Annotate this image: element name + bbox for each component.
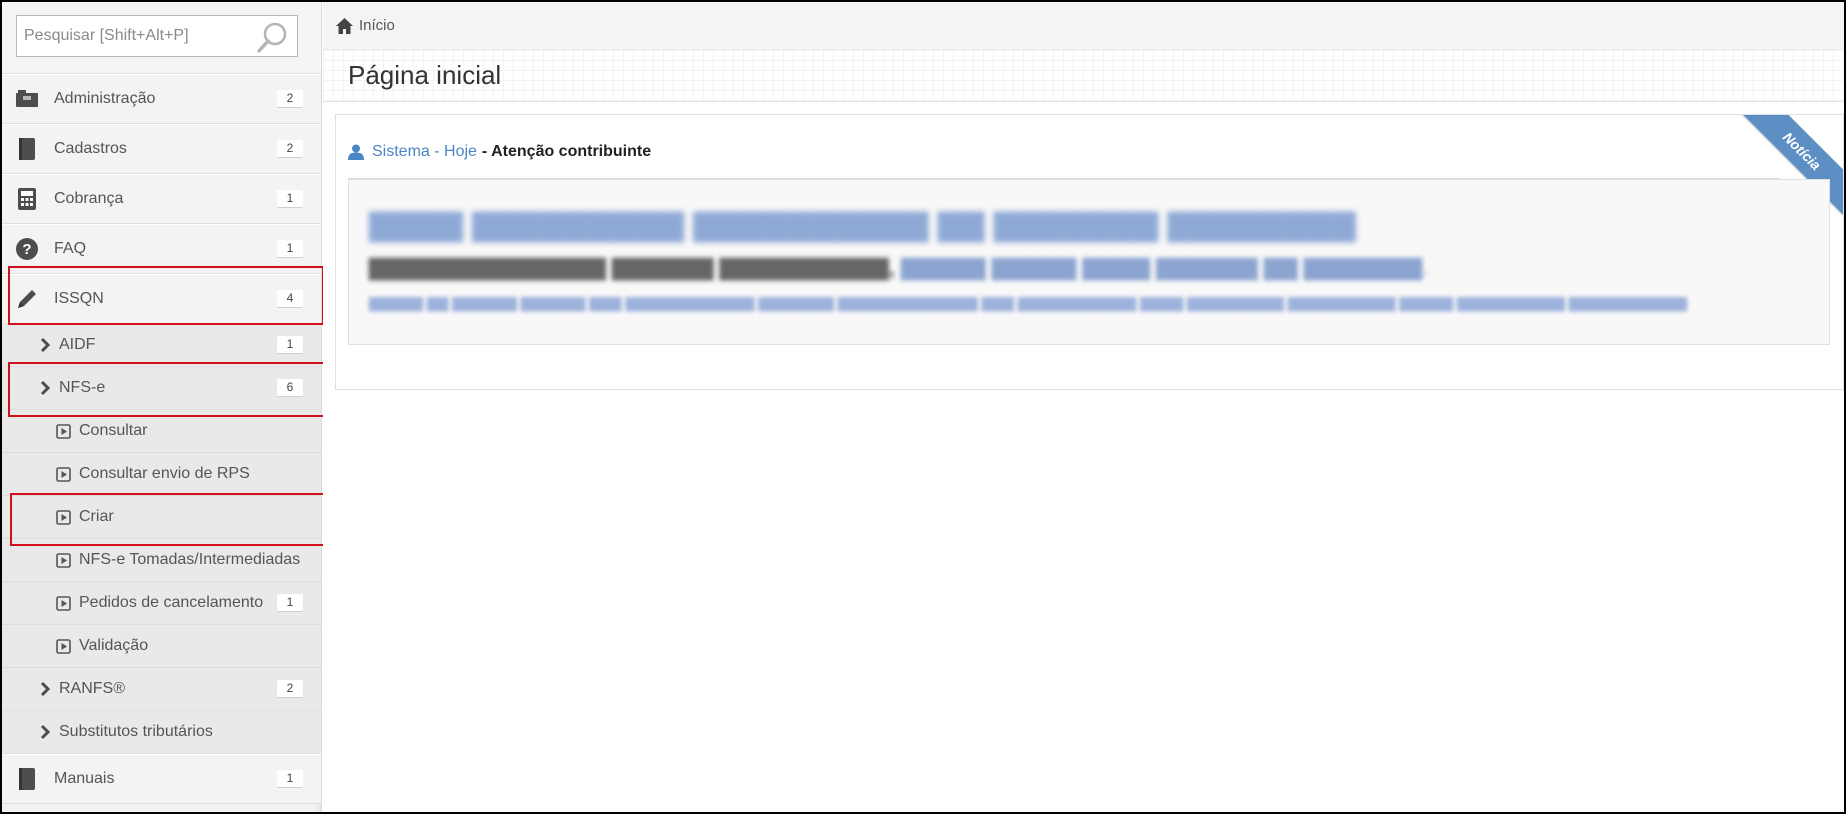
news-title: - Atenção contribuinte <box>482 143 651 161</box>
sidebar-subitem-nfse[interactable]: NFS-e 6 <box>2 367 321 410</box>
sidebar-subitem-label: AIDF <box>59 336 96 353</box>
sidebar-leaf-criar[interactable]: Criar <box>2 496 321 539</box>
sidebar-item-faq[interactable]: ? FAQ 1 <box>2 224 321 274</box>
count-badge: 2 <box>277 140 303 158</box>
play-square-icon <box>56 423 71 439</box>
sidebar-item-cadastros[interactable]: Cadastros 2 <box>2 124 321 174</box>
redacted-subline: ▇▇▇▇▇▇▇▇▇▇▇▇▇▇ ▇▇▇▇▇▇ ▇▇▇▇▇▇▇▇▇▇, ▇▇▇▇▇ … <box>369 255 1429 280</box>
count-badge: 2 <box>277 90 303 108</box>
news-header: Sistema - Hoje - Atenção contribuinte <box>348 133 1780 179</box>
news-title-text: Atenção contribuinte <box>491 142 652 160</box>
count-badge: 1 <box>277 240 303 258</box>
book-icon <box>15 137 39 161</box>
sidebar-leaf-consultar[interactable]: Consultar <box>2 410 321 453</box>
sidebar-leaf-label: Pedidos de cancelamento <box>79 594 264 611</box>
count-badge: 4 <box>277 290 303 308</box>
search-box <box>16 15 298 57</box>
breadcrumb-home-link[interactable]: Início <box>359 17 395 34</box>
count-badge: 1 <box>277 770 303 788</box>
sidebar-subitem-label: NFS-e <box>59 379 106 396</box>
breadcrumb: Início <box>323 2 1844 50</box>
user-icon <box>348 144 364 160</box>
sidebar-subitem-ranfs[interactable]: RANFS® 2 <box>2 668 321 711</box>
sidebar-subitem-label: RANFS® <box>59 680 126 697</box>
news-panel: Sistema - Hoje - Atenção contribuinte No… <box>335 114 1844 390</box>
news-source-link[interactable]: Sistema - Hoje <box>372 143 477 161</box>
home-icon[interactable] <box>335 17 354 35</box>
pencil-icon <box>15 287 39 311</box>
page-header: Página inicial <box>323 50 1844 102</box>
calculator-icon <box>15 187 39 211</box>
page-title: Página inicial <box>348 60 502 90</box>
folder-icon <box>15 87 39 111</box>
play-square-icon <box>56 638 71 654</box>
redacted-headline: ▇▇▇▇ ▇▇▇▇▇▇▇▇▇ ▇▇▇▇▇▇▇▇▇▇ ▇▇ ▇▇▇▇▇▇▇ ▇▇▇… <box>369 209 1357 242</box>
chevron-right-icon <box>40 681 51 697</box>
news-separator: - <box>481 142 492 160</box>
sidebar-leaf-validacao[interactable]: Validação <box>2 625 321 668</box>
play-square-icon <box>56 595 71 611</box>
sidebar-item-manuais[interactable]: Manuais 1 <box>2 754 321 804</box>
search-area <box>2 2 321 74</box>
chevron-right-icon <box>40 337 51 353</box>
chevron-right-icon <box>40 380 51 396</box>
book-icon <box>15 767 39 791</box>
redacted-details: ▇▇▇▇▇ ▇▇ ▇▇▇▇▇▇ ▇▇▇▇▇▇ ▇▇▇ ▇▇▇▇▇▇▇▇▇▇▇▇ … <box>369 295 1688 311</box>
sidebar-leaf-label: Criar <box>79 508 114 525</box>
svg-text:?: ? <box>22 241 31 258</box>
sidebar-leaf-pedidos-cancelamento[interactable]: Pedidos de cancelamento 1 <box>2 582 321 625</box>
count-badge: 1 <box>277 594 303 612</box>
app-frame: Administração 2 Cadastros 2 Cobrança 1 ?… <box>0 0 1846 814</box>
play-square-icon <box>56 466 71 482</box>
sidebar-item-administracao[interactable]: Administração 2 <box>2 74 321 124</box>
count-badge: 1 <box>277 336 303 354</box>
sidebar-leaf-label: NFS-e Tomadas/Intermediadas <box>79 551 301 568</box>
count-badge: 2 <box>277 680 303 698</box>
sidebar-item-cobranca[interactable]: Cobrança 1 <box>2 174 321 224</box>
chevron-right-icon <box>40 724 51 740</box>
sidebar-leaf-label: Consultar envio de RPS <box>79 465 250 482</box>
sidebar-leaf-nfse-tomadas[interactable]: NFS-e Tomadas/Intermediadas <box>2 539 321 582</box>
sidebar-leaf-label: Validação <box>79 637 149 654</box>
play-square-icon <box>56 552 71 568</box>
main-content: Início Página inicial Sistema - Hoje - A… <box>323 2 1844 812</box>
count-badge: 6 <box>277 379 303 397</box>
sidebar-leaf-label: Consultar <box>79 422 148 439</box>
news-body-redacted: ▇▇▇▇ ▇▇▇▇▇▇▇▇▇ ▇▇▇▇▇▇▇▇▇▇ ▇▇ ▇▇▇▇▇▇▇ ▇▇▇… <box>348 179 1830 345</box>
sidebar: Administração 2 Cadastros 2 Cobrança 1 ?… <box>2 2 328 812</box>
count-badge: 1 <box>277 190 303 208</box>
sidebar-subitem-aidf[interactable]: AIDF 1 <box>2 324 321 367</box>
question-icon: ? <box>15 237 39 261</box>
sidebar-subitem-label: Substitutos tributários <box>59 723 213 740</box>
sidebar-subitem-substitutos[interactable]: Substitutos tributários <box>2 711 321 754</box>
play-square-icon <box>56 509 71 525</box>
redacted-link: ▇▇▇▇▇ ▇▇▇▇▇ ▇▇▇▇ ▇▇▇▇▇▇ ▇▇ ▇▇▇▇▇▇▇. <box>901 255 1429 280</box>
sidebar-item-issqn[interactable]: ISSQN 4 <box>2 274 321 324</box>
search-icon[interactable] <box>255 20 291 54</box>
sidebar-leaf-consultar-envio-rps[interactable]: Consultar envio de RPS <box>2 453 321 496</box>
